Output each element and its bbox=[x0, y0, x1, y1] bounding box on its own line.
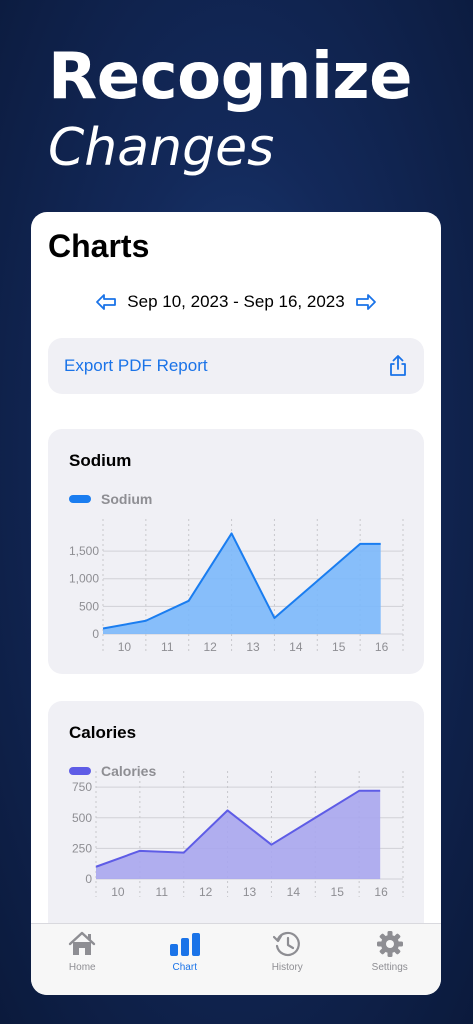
y-tick-label: 1,000 bbox=[69, 572, 99, 586]
tab-settings[interactable]: Settings bbox=[345, 930, 435, 973]
house-icon bbox=[67, 930, 97, 958]
sodium-chart-card: Sodium Sodium 0 500 1,000 1,500 10 11 12 13 14 15… bbox=[48, 429, 424, 674]
x-tick-label: 15 bbox=[331, 885, 345, 899]
hero-subtitle: Changes bbox=[48, 118, 275, 178]
tab-label: Chart bbox=[172, 962, 197, 973]
history-clock-icon bbox=[273, 930, 301, 958]
x-tick-label: 15 bbox=[332, 640, 346, 654]
app-screen: Charts Sep 10, 2023 - Sep 16, 2023 Expor… bbox=[31, 212, 441, 995]
bar-chart-icon bbox=[169, 930, 201, 958]
y-tick-label: 750 bbox=[72, 780, 92, 794]
tab-label: Settings bbox=[371, 962, 408, 973]
gear-icon bbox=[376, 930, 404, 958]
tab-label: Home bbox=[68, 962, 96, 973]
arrow-left-icon bbox=[96, 294, 117, 310]
x-tick-label: 14 bbox=[287, 885, 301, 899]
previous-week-button[interactable] bbox=[95, 291, 117, 313]
export-pdf-label: Export PDF Report bbox=[64, 356, 208, 375]
x-tick-label: 16 bbox=[374, 885, 388, 899]
y-tick-label: 1,500 bbox=[69, 544, 99, 558]
x-tick-label: 12 bbox=[203, 640, 217, 654]
x-tick-label: 11 bbox=[156, 885, 169, 899]
page-title: Charts bbox=[48, 228, 150, 264]
x-tick-label: 10 bbox=[111, 885, 125, 899]
sodium-chart: 0 500 1,000 1,500 10 11 12 13 14 15 16 bbox=[69, 519, 404, 654]
arrow-right-icon bbox=[355, 294, 376, 310]
tab-history[interactable]: History bbox=[242, 930, 332, 973]
export-pdf-button[interactable]: Export PDF Report bbox=[48, 338, 424, 394]
hero-title: Recognize bbox=[48, 40, 413, 114]
x-tick-label: 14 bbox=[289, 640, 303, 654]
tab-chart[interactable]: Chart bbox=[140, 930, 230, 973]
x-tick-label: 13 bbox=[246, 640, 260, 654]
tab-bar: Home Chart History Settings bbox=[31, 923, 441, 995]
x-tick-label: 13 bbox=[243, 885, 257, 899]
y-tick-label: 250 bbox=[72, 841, 92, 855]
y-tick-label: 0 bbox=[92, 627, 99, 641]
y-tick-label: 500 bbox=[72, 811, 92, 825]
x-tick-label: 16 bbox=[375, 640, 389, 654]
y-tick-label: 500 bbox=[79, 599, 99, 613]
share-icon bbox=[390, 355, 406, 376]
tab-home[interactable]: Home bbox=[37, 930, 127, 973]
tab-label: History bbox=[271, 962, 303, 973]
x-tick-label: 11 bbox=[161, 640, 174, 654]
date-range-label: Sep 10, 2023 - Sep 16, 2023 bbox=[127, 292, 345, 311]
x-tick-label: 10 bbox=[118, 640, 132, 654]
next-week-button[interactable] bbox=[355, 291, 377, 313]
x-tick-label: 12 bbox=[199, 885, 213, 899]
series-area bbox=[103, 533, 381, 634]
y-tick-label: 0 bbox=[85, 872, 92, 886]
date-navigator: Sep 10, 2023 - Sep 16, 2023 bbox=[31, 290, 441, 314]
